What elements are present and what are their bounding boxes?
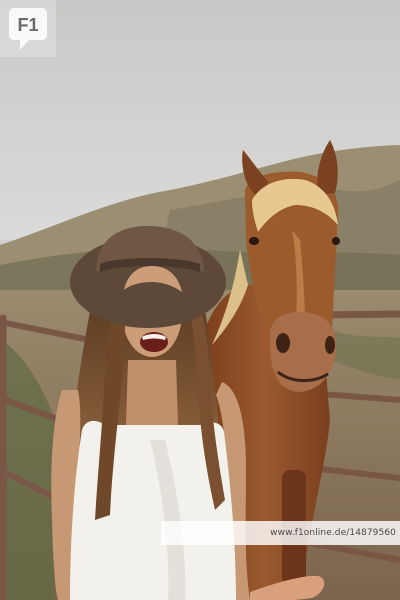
horse-eye-left (249, 237, 259, 245)
woman-neck (126, 360, 178, 425)
svg-text:F1: F1 (17, 15, 38, 35)
horse-nostril-right (325, 336, 335, 354)
horse-eye-right (332, 237, 340, 245)
photo-scene (0, 0, 400, 600)
photo: www.f1online.de/14879560 F1 (0, 0, 400, 600)
watermark-caption-bar: www.f1online.de/14879560 (161, 521, 400, 545)
watermark-caption: www.f1online.de/14879560 (270, 528, 396, 538)
horse-nostril-left (276, 333, 290, 353)
watermark-logo: F1 (0, 0, 56, 57)
